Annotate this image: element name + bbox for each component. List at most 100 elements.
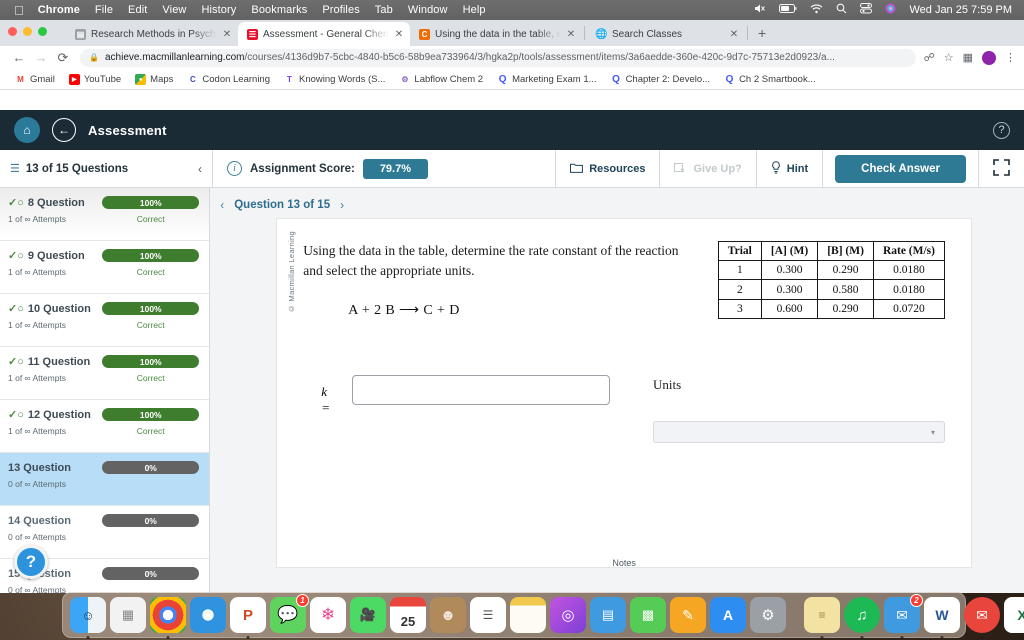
menu-item-help[interactable]: Help (463, 4, 486, 16)
battery-icon[interactable] (779, 4, 797, 16)
close-icon[interactable]: ✕ (222, 29, 232, 40)
dock-item-photos[interactable]: ❄ (310, 597, 346, 633)
resources-button[interactable]: Resources (555, 150, 659, 187)
dock-item-calendar[interactable]: 25 (390, 597, 426, 633)
bookmark-labflow-chem2[interactable]: ⚙ Labflow Chem 2 (392, 74, 490, 85)
dock-item-finder[interactable]: ☺ (70, 597, 106, 639)
dock-item-launchpad[interactable]: ▦ (110, 597, 146, 633)
question-list-sidebar[interactable]: ✓○ 8 Question 100% 1 of ∞ Attempts Correc… (0, 188, 211, 593)
units-dropdown[interactable]: ▾ (653, 421, 945, 444)
dock-item-google-chrome[interactable] (150, 597, 186, 639)
dock-item-pages[interactable]: ✎ (670, 597, 706, 633)
back-button[interactable]: ← (8, 50, 30, 65)
siri-icon[interactable] (885, 3, 896, 17)
score-pill: 100% (102, 408, 200, 421)
browser-tab-chegg[interactable]: C Using the data in the table, de ✕ (410, 22, 582, 46)
hint-button[interactable]: Hint (755, 150, 822, 187)
window-traffic-lights[interactable] (8, 27, 47, 36)
help-fab-button[interactable]: ? (14, 545, 48, 579)
dock-item-contacts[interactable]: ☻ (430, 597, 466, 633)
dock-item-facetime[interactable]: 🎥 (350, 597, 386, 633)
dock-item-microsoft-excel[interactable]: X (1004, 597, 1024, 639)
spotlight-search-icon[interactable] (836, 3, 847, 17)
dock-item-gmail[interactable]: ✉ (964, 597, 1000, 639)
sidebar-item-question-10[interactable]: ✓○ 10 Question 100% 1 of ∞ Attempts Corre… (0, 294, 209, 346)
sidebar-item-question-9[interactable]: ✓○ 9 Question 100% 1 of ∞ Attempts Correc… (0, 241, 209, 293)
dock-item-keynote[interactable]: ▤ (590, 597, 626, 633)
dock-item-safari[interactable]: ✦ (190, 597, 226, 633)
menu-item-chrome[interactable]: Chrome (38, 4, 80, 16)
quizlet-icon: Q (612, 74, 620, 85)
dock-item-microsoft-word[interactable]: W (924, 597, 960, 639)
menu-item-window[interactable]: Window (408, 4, 448, 16)
notes-tab-label[interactable]: Notes (612, 558, 636, 568)
dock-item-numbers[interactable]: ▩ (630, 597, 666, 633)
address-bar[interactable]: 🔒 achieve.macmillanlearning.com/courses/… (80, 48, 916, 67)
menu-item-edit[interactable]: Edit (128, 4, 147, 16)
bookmark-youtube[interactable]: ▶ YouTube (62, 74, 128, 85)
dock-item-notes[interactable] (510, 597, 546, 633)
extensions-icon[interactable]: ▦ (963, 51, 973, 64)
menu-item-history[interactable]: History (201, 4, 236, 16)
bookmark-maps[interactable]: ● Maps (128, 74, 180, 85)
sidebar-item-question-11[interactable]: ✓○ 11 Question 100% 1 of ∞ Attempts Corre… (0, 347, 209, 399)
menu-item-tab[interactable]: Tab (375, 4, 393, 16)
reload-button[interactable]: ⟳ (52, 50, 74, 66)
chevron-left-icon[interactable]: ‹ (220, 198, 224, 212)
chrome-menu-icon[interactable]: ⋮ (1005, 51, 1016, 64)
menu-item-view[interactable]: View (162, 4, 186, 16)
dock-item-stickies[interactable]: ≡ (804, 597, 840, 639)
sidebar-item-question-12[interactable]: ✓○ 12 Question 100% 1 of ∞ Attempts Corre… (0, 400, 209, 452)
rate-constant-input[interactable] (352, 375, 610, 406)
browser-tab-research-methods[interactable]: ▤ Research Methods in Psycholo ✕ (66, 22, 238, 46)
bookmark-knowing-words[interactable]: T Knowing Words (S... (277, 74, 392, 85)
profile-avatar[interactable] (982, 50, 996, 65)
home-icon[interactable]: ⌂ (14, 117, 40, 143)
bookmark-codon-learning[interactable]: C Codon Learning (180, 74, 277, 85)
menu-item-profiles[interactable]: Profiles (322, 4, 359, 16)
dock-item-messages[interactable]: 💬 1 (270, 594, 309, 633)
sidebar-item-question-13[interactable]: 13 Question 0% 0 of ∞ Attempts (0, 453, 210, 505)
control-center-icon[interactable] (860, 3, 873, 17)
close-icon[interactable]: ✕ (566, 29, 576, 40)
mute-icon[interactable] (754, 3, 766, 17)
expand-icon[interactable] (993, 158, 1010, 179)
menu-item-file[interactable]: File (95, 4, 113, 16)
maximize-window-button[interactable] (38, 27, 47, 36)
dock-item-powerpoint[interactable]: P (230, 597, 266, 639)
info-icon[interactable]: i (227, 161, 242, 176)
close-window-button[interactable] (8, 27, 17, 36)
bookmark-star-icon[interactable]: ☆ (944, 51, 954, 64)
close-icon[interactable]: ✕ (394, 29, 404, 40)
bookmark-chapter2[interactable]: Q Chapter 2: Develo... (604, 74, 718, 85)
browser-tab-assessment[interactable]: ☰ Assessment - General Chemist ✕ (238, 22, 410, 46)
browser-tab-search-classes[interactable]: 🌐 Search Classes ✕ (587, 22, 745, 46)
menu-item-bookmarks[interactable]: Bookmarks (251, 4, 307, 16)
close-icon[interactable]: ✕ (729, 29, 739, 40)
dock-item-podcasts[interactable]: ◎ (550, 597, 586, 633)
bookmark-marketing-exam[interactable]: Q Marketing Exam 1... (490, 74, 603, 85)
apple-menu-icon[interactable]:  (14, 4, 24, 17)
check-answer-button[interactable]: Check Answer (835, 154, 966, 183)
sidebar-item-question-8[interactable]: ✓○ 8 Question 100% 1 of ∞ Attempts Correc… (0, 188, 210, 240)
bookmark-label: Codon Learning (202, 74, 270, 85)
assessment-body: ✓○ 8 Question 100% 1 of ∞ Attempts Correc… (0, 188, 1024, 593)
bookmark-ch2-smartbook[interactable]: Q Ch 2 Smartbook... (717, 74, 823, 85)
dock-item-reminders[interactable]: ☰ (470, 597, 506, 633)
question-navigation: ‹ Question 13 of 15 › (210, 194, 1024, 218)
question-mark-icon[interactable]: ? (993, 121, 1010, 139)
back-arrow-icon[interactable]: ← (52, 118, 76, 142)
minimize-window-button[interactable] (23, 27, 32, 36)
wifi-icon[interactable] (810, 3, 823, 17)
forward-button[interactable]: → (30, 50, 52, 65)
dock-item-mail[interactable]: ✉ 2 (884, 594, 923, 639)
dock-item-spotify[interactable]: ♫ (844, 597, 880, 639)
chevron-right-icon[interactable]: › (340, 198, 344, 212)
menu-bar-clock[interactable]: Wed Jan 25 7:59 PM (909, 4, 1012, 16)
bookmark-gmail[interactable]: M Gmail (8, 74, 62, 85)
dock-item-system-preferences[interactable]: ⚙ (750, 597, 786, 633)
chevron-left-icon[interactable]: ‹ (198, 162, 202, 176)
new-tab-button[interactable]: + (750, 25, 774, 41)
dock-item-app-store[interactable]: A (710, 597, 746, 633)
share-icon[interactable]: ☍ (924, 51, 935, 64)
